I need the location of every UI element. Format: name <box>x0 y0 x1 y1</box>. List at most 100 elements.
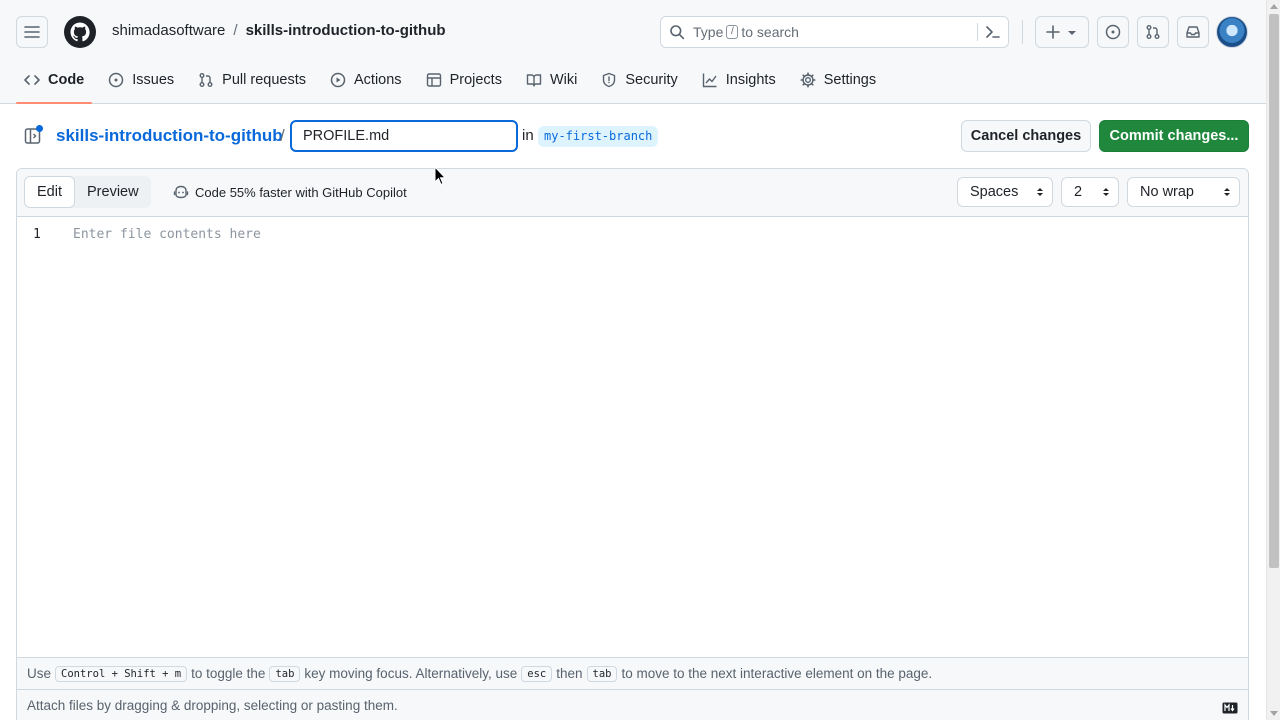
pull-requests-button[interactable] <box>1137 16 1169 48</box>
tab-label: Pull requests <box>222 72 306 88</box>
scroll-up-arrow[interactable] <box>1270 4 1278 9</box>
plus-icon <box>1046 25 1060 39</box>
hint-kbd: tab <box>586 665 618 682</box>
avatar[interactable] <box>1216 16 1248 48</box>
line-number: 1 <box>33 227 41 242</box>
indent-size-select[interactable]: 2 <box>1061 177 1119 207</box>
select-caret-icon <box>1103 188 1109 196</box>
keyboard-hint: Use Control + Shift + m to toggle the ta… <box>17 657 1248 689</box>
header-divider <box>1022 20 1023 44</box>
hamburger-icon <box>24 26 40 38</box>
editor-toolbar: Edit Preview Code 55% faster with GitHub… <box>17 169 1248 217</box>
hint-kbd: tab <box>269 665 301 682</box>
git-pull-request-icon <box>199 73 213 87</box>
hint-kbd: Control + Shift + m <box>55 665 188 682</box>
in-label: in <box>522 127 534 144</box>
tab-label: Wiki <box>549 72 578 88</box>
tab-wiki[interactable]: Wiki <box>518 62 585 98</box>
tab-label: Insights <box>725 72 776 88</box>
indent-mode-value: Spaces <box>970 184 1019 200</box>
inbox-icon <box>1186 26 1200 38</box>
tab-settings[interactable]: Settings <box>792 62 884 98</box>
repo-breadcrumb: shimadasoftware / skills-introduction-to… <box>112 22 446 39</box>
search-placeholder: Type / to search <box>693 24 799 40</box>
repo-link[interactable]: skills-introduction-to-github <box>246 22 446 39</box>
code-icon <box>24 75 40 85</box>
hamburger-menu-button[interactable] <box>16 16 48 48</box>
search-placeholder-type: Type <box>693 24 724 40</box>
gear-icon <box>800 72 816 88</box>
search-input[interactable]: Type / to search <box>660 16 1009 48</box>
attach-files-area[interactable]: Attach files by dragging & dropping, sel… <box>17 689 1248 720</box>
search-shortcut-key: / <box>726 25 739 39</box>
scroll-down-arrow[interactable] <box>1270 711 1278 716</box>
select-caret-icon <box>1224 188 1230 196</box>
path-separator: / <box>280 126 285 145</box>
hint-text: then <box>556 666 583 681</box>
markdown-icon[interactable] <box>1222 702 1238 714</box>
tab-security[interactable]: Security <box>593 62 685 98</box>
tab-label: Projects <box>449 72 502 88</box>
hint-text: Use <box>27 666 52 681</box>
scrollbar-thumb[interactable] <box>1269 14 1279 568</box>
issue-icon <box>1105 24 1121 40</box>
editor-placeholder: Enter file contents here <box>73 227 261 242</box>
chevron-down-icon <box>1068 31 1076 35</box>
copilot-label: Code 55% faster with GitHub Copilot <box>195 184 407 200</box>
hint-text: to move to the next interactive element … <box>621 666 933 681</box>
wrap-mode-value: No wrap <box>1140 184 1194 200</box>
tab-insights[interactable]: Insights <box>694 62 784 98</box>
search-icon <box>670 25 685 40</box>
preview-tab[interactable]: Preview <box>75 176 151 208</box>
global-header: shimadasoftware / skills-introduction-to… <box>0 0 1266 104</box>
tab-issues[interactable]: Issues <box>100 62 182 98</box>
tab-label: Settings <box>823 72 877 88</box>
hint-text: key moving focus. Alternatively, use <box>304 666 518 681</box>
issue-opened-icon <box>109 72 124 88</box>
owner-link[interactable]: shimadasoftware <box>112 22 225 39</box>
shield-icon <box>603 72 616 88</box>
cancel-changes-button[interactable]: Cancel changes <box>961 120 1091 152</box>
graph-icon <box>702 73 717 88</box>
issues-button[interactable] <box>1097 16 1129 48</box>
tab-label: Actions <box>354 72 402 88</box>
create-new-button[interactable] <box>1035 16 1089 48</box>
hint-kbd: esc <box>521 665 553 682</box>
search-divider <box>977 23 978 41</box>
edit-tab[interactable]: Edit <box>24 176 75 208</box>
hint-text: to toggle the <box>191 666 266 681</box>
table-icon <box>426 73 441 87</box>
notification-dot <box>36 125 43 132</box>
mouse-cursor-icon <box>434 166 446 186</box>
inbox-button[interactable] <box>1177 16 1209 48</box>
branch-badge[interactable]: my-first-branch <box>538 126 659 147</box>
tab-actions[interactable]: Actions <box>322 62 410 98</box>
editor-repo-link[interactable]: skills-introduction-to-github <box>56 126 283 146</box>
tab-code[interactable]: Code <box>16 62 93 104</box>
file-editor: Edit Preview Code 55% faster with GitHub… <box>16 168 1249 720</box>
tab-label: Issues <box>132 72 175 88</box>
wrap-mode-select[interactable]: No wrap <box>1127 177 1240 207</box>
copilot-promo[interactable]: Code 55% faster with GitHub Copilot <box>173 184 407 200</box>
search-placeholder-to-search: to search <box>741 24 799 40</box>
command-palette-icon[interactable] <box>985 24 1001 40</box>
code-editor-area[interactable]: 1 Enter file contents here <box>17 217 1248 720</box>
repo-nav-tabs: Code Issues Pull requests Actions Projec… <box>16 62 892 104</box>
tab-pull-requests[interactable]: Pull requests <box>190 62 314 98</box>
breadcrumb-separator: / <box>233 22 238 39</box>
attach-files-text: Attach files by dragging & dropping, sel… <box>27 698 398 713</box>
filename-input[interactable] <box>290 120 518 152</box>
play-icon <box>330 72 346 88</box>
indent-size-value: 2 <box>1074 184 1083 200</box>
tab-label: Security <box>625 72 678 88</box>
pull-request-icon <box>1146 25 1160 39</box>
indent-mode-select[interactable]: Spaces <box>957 177 1053 207</box>
page-scrollbar[interactable] <box>1266 0 1280 720</box>
commit-changes-button[interactable]: Commit changes... <box>1099 120 1249 152</box>
select-caret-icon <box>1037 188 1043 196</box>
book-icon <box>526 74 542 87</box>
github-logo-icon[interactable] <box>64 16 96 48</box>
tab-projects[interactable]: Projects <box>418 62 510 98</box>
edit-preview-toggle: Edit Preview <box>24 176 151 208</box>
tab-label: Code <box>48 72 85 88</box>
